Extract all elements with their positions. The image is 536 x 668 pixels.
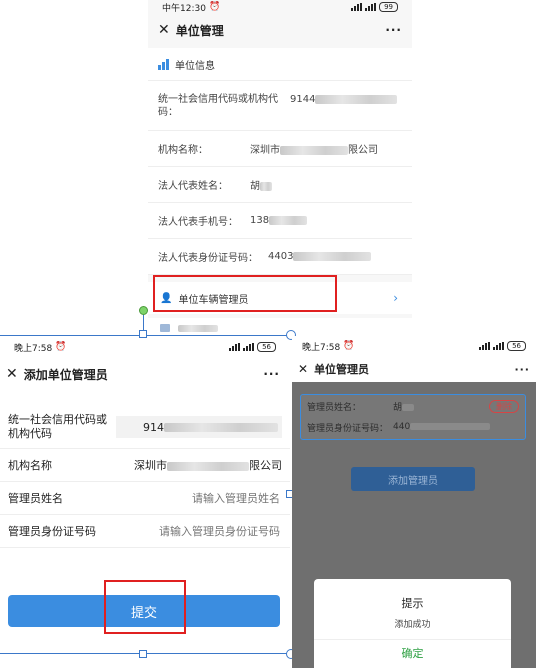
more-menu-icon[interactable]: ···: [385, 23, 402, 37]
battery-icon: 99: [379, 2, 398, 12]
legal-phone-label: 法人代表手机号：: [158, 217, 238, 228]
credit-code-row: 统一社会信用代码或机构代码 914: [0, 406, 290, 449]
admin-name-row: 管理员姓名: [0, 482, 290, 515]
credit-code-value: 914: [116, 416, 282, 438]
admin-form: 统一社会信用代码或机构代码 914 机构名称 深圳市限公司 管理员姓名 管理员身…: [0, 406, 290, 548]
admin-name-input[interactable]: [108, 490, 282, 506]
legal-phone-row: 法人代表手机号： 138: [148, 203, 412, 239]
resize-handle-top-left[interactable]: [139, 330, 147, 338]
org-name-row: 机构名称： 深圳市 限公司: [148, 131, 412, 167]
signal-icon: [229, 343, 241, 351]
admin-id-value: 440: [393, 422, 491, 432]
highlight-box-vehicle-manager: [153, 275, 337, 312]
org-name-row: 机构名称 深圳市 限公司: [0, 449, 290, 482]
admin-id-row: 管理员身份证号码: [0, 515, 290, 548]
page-title: 单位管理员: [314, 363, 370, 376]
close-icon[interactable]: ✕: [158, 22, 170, 38]
nav-bar: ✕ 添加单位管理员 ···: [0, 358, 290, 390]
highlight-box-submit: [104, 580, 186, 634]
status-time: 晚上7:58: [302, 342, 341, 353]
credit-code-label: 统一社会信用代码或机构代码：: [158, 94, 278, 118]
add-admin-button[interactable]: 添加管理员: [351, 467, 475, 491]
alarm-icon: ⏰: [55, 342, 67, 352]
status-bar: 中午12:30 ⏰ 99: [148, 0, 412, 14]
signal-icon: [479, 342, 491, 350]
admin-name-label: 管理员姓名: [8, 492, 63, 505]
dialog-confirm-button[interactable]: 确定: [314, 640, 511, 668]
legal-id-value: 4403: [268, 251, 372, 262]
org-name-value: 深圳市 限公司: [134, 459, 282, 472]
delete-button[interactable]: 删除: [489, 399, 519, 413]
admin-id-input[interactable]: [108, 523, 282, 539]
status-time: 中午12:30: [162, 3, 206, 14]
resize-handle-bottom-center[interactable]: [139, 650, 147, 658]
success-dialog: 提示 添加成功 确定: [314, 579, 511, 668]
org-name-label: 机构名称: [8, 459, 52, 472]
status-bar: 晚上7:58 ⏰ 56: [292, 336, 536, 356]
unit-admin-screen: 晚上7:58 ⏰ 56 ✕ 单位管理员 ··· 管理员姓名： 胡 删除 管理员身…: [292, 336, 536, 668]
signal-indicators: 56: [229, 342, 276, 352]
credit-code-row: 统一社会信用代码或机构代码： 9144: [148, 81, 412, 131]
credit-code-value: 9144: [290, 93, 398, 106]
rotation-handle[interactable]: [139, 306, 148, 315]
legal-id-label: 法人代表身份证号码：: [158, 253, 258, 264]
admin-id-label: 管理员身份证号码: [8, 525, 96, 538]
nav-bar: ✕ 单位管理员 ···: [292, 356, 536, 382]
legal-name-row: 法人代表姓名： 胡: [148, 167, 412, 203]
legal-name-label: 法人代表姓名：: [158, 181, 228, 192]
alarm-icon: ⏰: [343, 341, 355, 351]
status-time: 晚上7:58: [14, 343, 53, 354]
more-menu-icon[interactable]: ···: [263, 367, 280, 381]
status-bar: 晚上7:58 ⏰ 56: [0, 336, 290, 358]
signal-icon: [351, 3, 363, 11]
admin-name-label: 管理员姓名：: [307, 402, 362, 413]
dialog-message: 添加成功: [394, 620, 431, 630]
chart-icon: [158, 58, 169, 70]
section-title: 单位信息: [175, 60, 215, 72]
unit-info-card: 单位信息 统一社会信用代码或机构代码： 9144 机构名称： 深圳市 限公司 法人…: [148, 48, 412, 275]
legal-phone-value: 138: [250, 215, 308, 226]
nav-bar: ✕ 单位管理 ···: [148, 14, 412, 46]
credit-code-label: 统一社会信用代码或机构代码: [8, 413, 107, 440]
chevron-right-icon: ›: [393, 291, 398, 305]
page-title: 添加单位管理员: [23, 367, 108, 382]
mail-icon: [160, 324, 170, 332]
legal-name-value: 胡: [250, 177, 272, 192]
alarm-icon: ⏰: [208, 2, 221, 12]
more-menu-icon[interactable]: ···: [514, 363, 530, 376]
admin-id-label: 管理员身份证号码：: [307, 423, 389, 434]
signal-icon-2: [493, 342, 505, 350]
admin-card: 管理员姓名： 胡 删除 管理员身份证号码： 440: [300, 394, 526, 440]
org-name-value: 深圳市 限公司: [250, 145, 378, 156]
signal-icon-2: [243, 343, 255, 351]
legal-id-row: 法人代表身份证号码： 4403: [148, 239, 412, 275]
dialog-title: 提示: [401, 597, 424, 610]
page-title: 单位管理: [175, 23, 224, 38]
signal-indicators: 56: [479, 341, 526, 351]
battery-icon: 56: [507, 341, 526, 351]
close-icon[interactable]: ✕: [6, 366, 18, 382]
close-icon[interactable]: ✕: [298, 362, 308, 376]
section-header: 单位信息: [148, 48, 412, 81]
org-name-label: 机构名称：: [158, 145, 208, 156]
signal-indicators: 99: [351, 2, 398, 12]
battery-icon: 56: [257, 342, 276, 352]
admin-name-value: 胡: [393, 400, 489, 413]
signal-icon-2: [365, 3, 377, 11]
